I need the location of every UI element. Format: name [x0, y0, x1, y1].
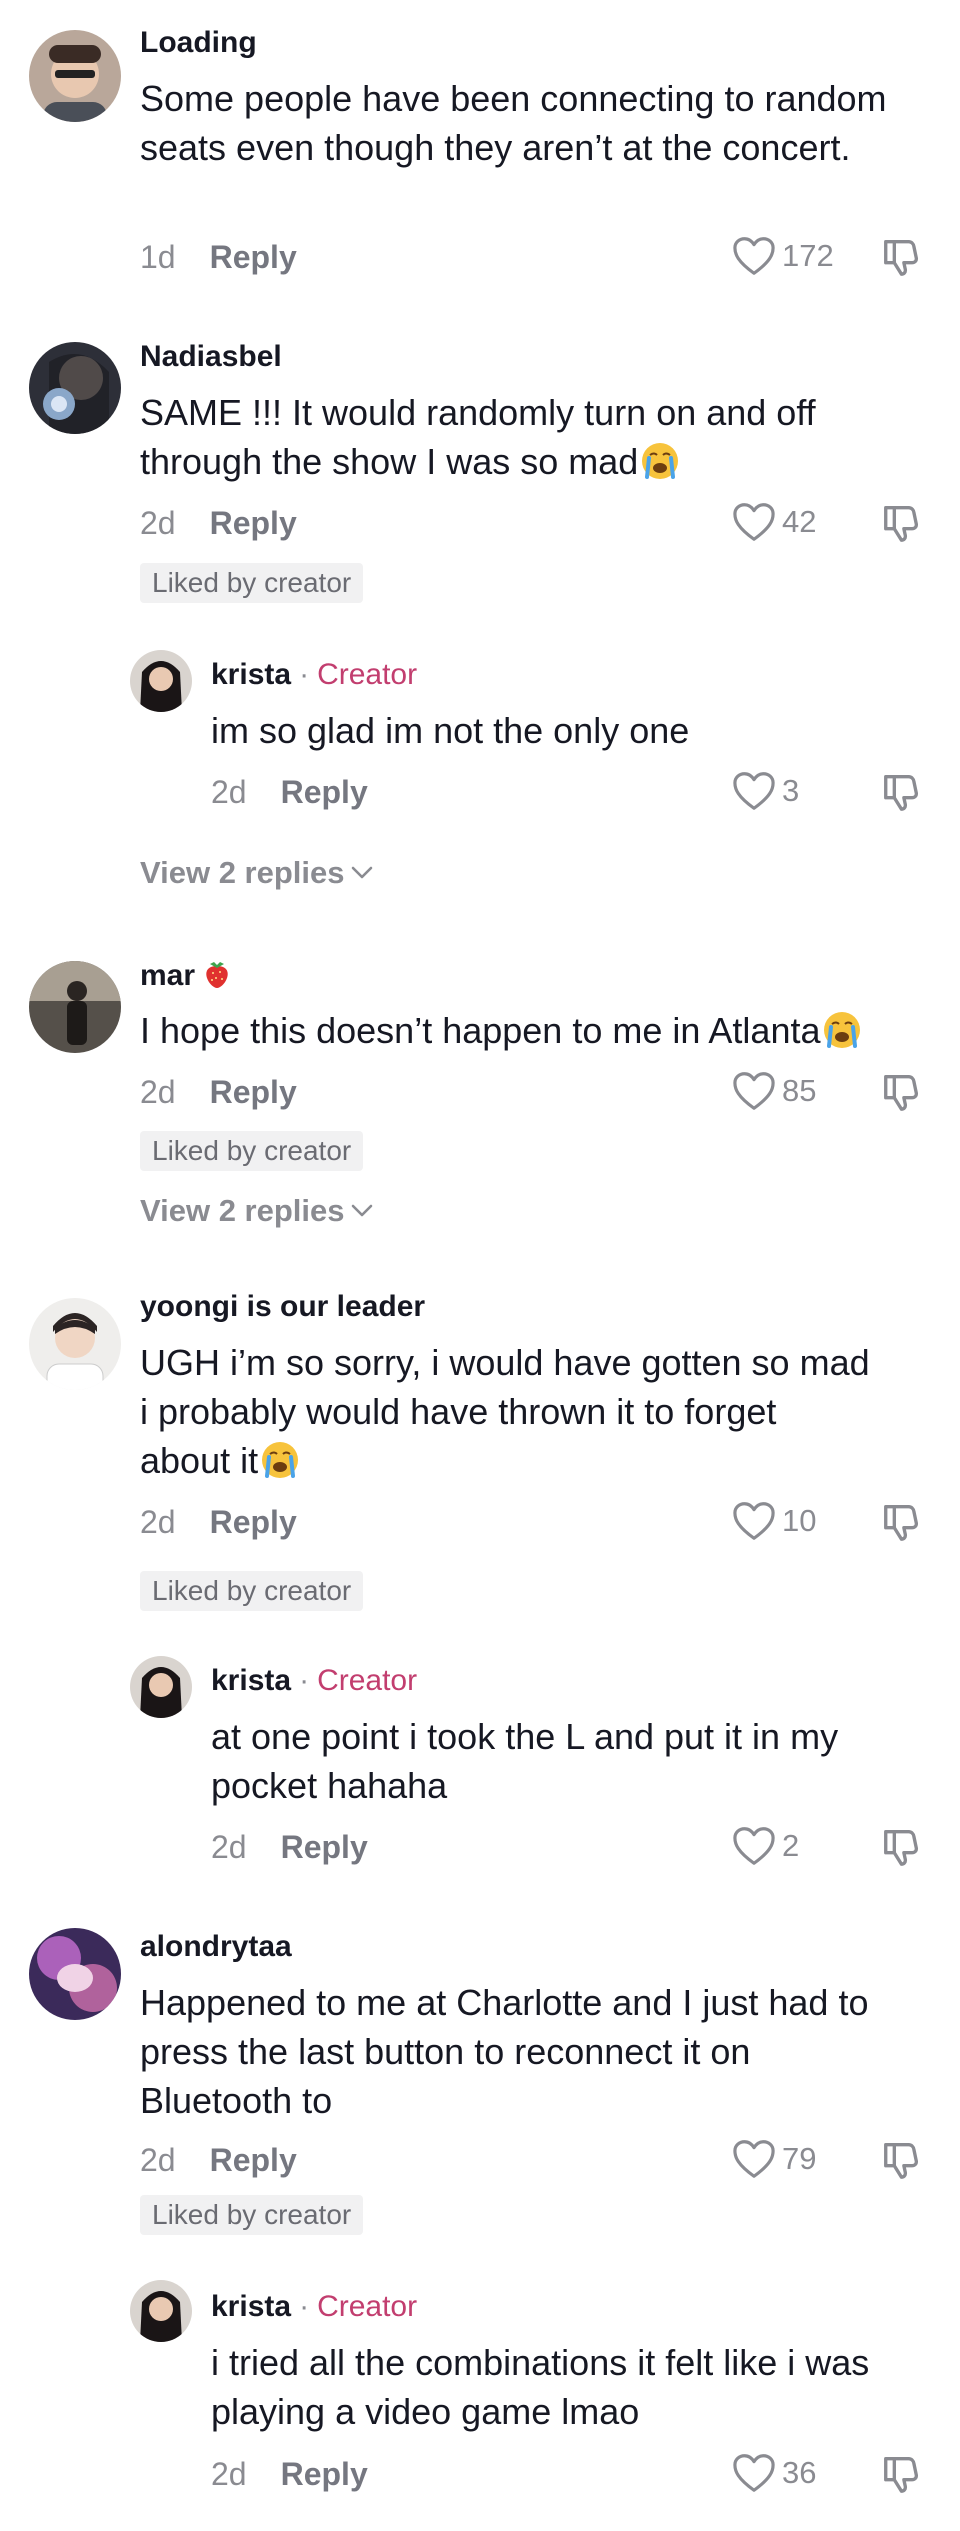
like-button[interactable]: 42	[732, 502, 816, 542]
heart-outline-icon	[732, 2139, 776, 2179]
reply-button[interactable]: Reply	[281, 2456, 368, 2492]
thumbs-down-icon[interactable]	[880, 1071, 922, 1113]
reply-username[interactable]: krista · Creator	[211, 2290, 417, 2324]
reply-text: im so glad im not the only one	[211, 710, 690, 751]
avatar[interactable]	[130, 1656, 192, 1718]
comment-time: 2d	[140, 1074, 176, 1110]
view-replies-button[interactable]: View 2 replies	[140, 1193, 373, 1229]
chevron-down-icon	[351, 1203, 373, 1219]
comment-text: SAME !!! It would randomly turn on and o…	[140, 392, 816, 482]
avatar[interactable]	[29, 342, 121, 434]
like-count: 3	[782, 773, 800, 808]
thumbs-down-icon[interactable]	[880, 1501, 922, 1543]
avatar[interactable]	[29, 961, 121, 1053]
comment-meta: 2d Reply	[140, 1504, 297, 1541]
liked-by-creator-badge: Liked by creator	[140, 1131, 364, 1171]
crying-face-icon	[640, 441, 680, 481]
heart-outline-icon	[732, 1501, 776, 1541]
comment-username[interactable]: yoongi is our leader	[140, 1290, 425, 1324]
view-replies-button[interactable]: View 2 replies	[140, 855, 373, 891]
like-count: 10	[782, 1503, 817, 1538]
heart-outline-icon	[732, 771, 776, 811]
creator-badge: Creator	[317, 658, 418, 691]
like-count: 79	[782, 2141, 817, 2176]
reply-button[interactable]: Reply	[210, 1074, 297, 1110]
reply-button[interactable]: Reply	[210, 505, 297, 541]
creator-badge: Creator	[317, 2290, 418, 2323]
like-button[interactable]: 172	[732, 236, 834, 276]
reply-meta: 2d Reply	[211, 1829, 368, 1866]
comment-text: UGH i’m so sorry, i would have gotten so…	[140, 1342, 870, 1481]
avatar[interactable]	[130, 2280, 192, 2342]
avatar[interactable]	[29, 30, 121, 122]
reply-username[interactable]: krista · Creator	[211, 1664, 417, 1698]
reply-text: i tried all the combinations it felt lik…	[211, 2342, 870, 2432]
thumbs-down-icon[interactable]	[880, 236, 922, 278]
comment-text: Some people have been connecting to rand…	[140, 78, 887, 168]
liked-by-creator-badge: Liked by creator	[140, 563, 364, 603]
like-count: 36	[782, 2455, 817, 2490]
like-button[interactable]: 3	[732, 771, 799, 811]
heart-outline-icon	[732, 1071, 776, 1111]
like-button[interactable]: 10	[732, 1501, 816, 1541]
comment-meta: 1d Reply	[140, 239, 297, 276]
avatar[interactable]	[29, 1928, 121, 2020]
crying-face-icon	[822, 1010, 862, 1050]
comment-text: Happened to me at Charlotte and I just h…	[140, 1982, 869, 2121]
chevron-down-icon	[351, 865, 373, 881]
thumbs-down-icon[interactable]	[880, 2139, 922, 2181]
thumbs-down-icon[interactable]	[880, 1826, 922, 1868]
heart-outline-icon	[732, 2453, 776, 2493]
comment-meta: 2d Reply	[140, 2142, 297, 2179]
like-button[interactable]: 2	[732, 1826, 799, 1866]
reply-time: 2d	[211, 1829, 247, 1865]
reply-button[interactable]: Reply	[281, 774, 368, 810]
comment-username[interactable]: Nadiasbel	[140, 340, 282, 374]
comment-meta: 2d Reply	[140, 505, 297, 542]
reply-button[interactable]: Reply	[210, 2142, 297, 2178]
comment-username[interactable]: mar	[140, 958, 233, 993]
crying-face-icon	[260, 1440, 300, 1480]
reply-meta: 2d Reply	[211, 2456, 368, 2493]
like-button[interactable]: 79	[732, 2139, 816, 2179]
reply-button[interactable]: Reply	[210, 1504, 297, 1540]
avatar[interactable]	[29, 1298, 121, 1390]
like-count: 2	[782, 1828, 800, 1863]
strawberry-icon	[201, 958, 233, 990]
reply-time: 2d	[211, 774, 247, 810]
heart-outline-icon	[732, 502, 776, 542]
creator-badge: Creator	[317, 1664, 418, 1697]
liked-by-creator-badge: Liked by creator	[140, 2195, 364, 2235]
reply-button[interactable]: Reply	[281, 1829, 368, 1865]
like-count: 42	[782, 504, 817, 539]
comment-time: 1d	[140, 239, 176, 275]
avatar[interactable]	[130, 650, 192, 712]
comment-time: 2d	[140, 2142, 176, 2178]
like-count: 85	[782, 1073, 817, 1108]
comment-username[interactable]: Loading	[140, 26, 257, 60]
thumbs-down-icon[interactable]	[880, 502, 922, 544]
comment-time: 2d	[140, 1504, 176, 1540]
reply-button[interactable]: Reply	[210, 239, 297, 275]
liked-by-creator-badge: Liked by creator	[140, 1571, 364, 1611]
reply-meta: 2d Reply	[211, 774, 368, 811]
heart-outline-icon	[732, 1826, 776, 1866]
comment-meta: 2d Reply	[140, 1074, 297, 1111]
reply-time: 2d	[211, 2456, 247, 2492]
heart-outline-icon	[732, 236, 776, 276]
comment-username[interactable]: alondrytaa	[140, 1930, 292, 1964]
reply-username[interactable]: krista · Creator	[211, 658, 417, 692]
like-button[interactable]: 85	[732, 1071, 816, 1111]
thumbs-down-icon[interactable]	[880, 771, 922, 813]
like-count: 172	[782, 238, 834, 273]
reply-text: at one point i took the L and put it in …	[211, 1716, 839, 1806]
comment-time: 2d	[140, 505, 176, 541]
comment-text: I hope this doesn’t happen to me in Atla…	[140, 1006, 940, 1055]
like-button[interactable]: 36	[732, 2453, 816, 2493]
thumbs-down-icon[interactable]	[880, 2453, 922, 2495]
